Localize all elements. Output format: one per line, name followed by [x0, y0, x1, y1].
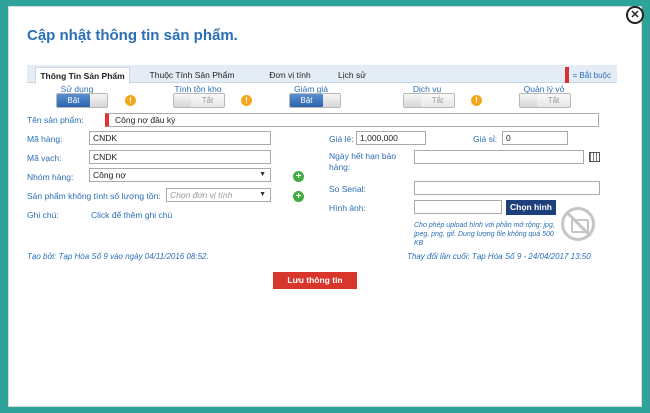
image-label: Hình ảnh:: [329, 203, 366, 213]
created-by-text: Tạo bởi: Tạp Hóa Số 9 vào ngày 04/11/201…: [27, 252, 209, 261]
toggle-discount[interactable]: Bật: [289, 93, 341, 108]
toggle-manage-shell-state: Tắt: [537, 94, 570, 107]
toggle-manage-shell[interactable]: Tắt: [519, 93, 571, 108]
save-button[interactable]: Lưu thông tin: [273, 272, 357, 289]
unit-select-placeholder: Chọn đơn vị tính: [170, 190, 233, 200]
choose-image-button[interactable]: Chọn hình: [506, 200, 556, 215]
retail-price-input[interactable]: 1,000,000: [356, 131, 426, 145]
close-icon[interactable]: ✕: [626, 6, 644, 24]
group-select-value: Công nợ: [93, 170, 126, 180]
chevron-down-icon: ▼: [259, 171, 266, 178]
product-name-label: Tên sản phẩm:: [27, 115, 84, 125]
help-icon[interactable]: !: [125, 95, 136, 106]
product-name-input[interactable]: Công nợ đầu kỳ: [105, 113, 599, 127]
toggle-track-stock[interactable]: Tắt: [173, 93, 225, 108]
chevron-down-icon: ▼: [259, 191, 266, 198]
image-path-input[interactable]: [414, 200, 502, 214]
wholesale-price-label: Giá sỉ:: [473, 134, 498, 144]
image-upload-hint: Cho phép upload hình với phần mở rộng: j…: [414, 222, 555, 247]
dialog-title: Cập nhật thông tin sản phẩm.: [27, 27, 238, 44]
retail-price-label: Giá lẻ:: [329, 134, 354, 144]
wholesale-price-input[interactable]: 0: [502, 131, 568, 145]
toggle-in-use-state: Bật: [57, 94, 90, 107]
warranty-date-label: Ngày hết hạn bảo hàng:: [329, 151, 397, 172]
no-image-icon: [561, 207, 595, 241]
required-marker: [564, 67, 569, 83]
code-label: Mã hàng:: [27, 134, 63, 144]
group-select[interactable]: Công nợ ▼: [89, 168, 271, 182]
tab-history[interactable]: Lịch sử: [329, 68, 375, 83]
note-label: Ghi chú:: [27, 210, 59, 220]
tab-product-info[interactable]: Thông Tin Sản Phẩm: [35, 67, 130, 84]
barcode-input[interactable]: CNDK: [89, 150, 271, 164]
help-icon[interactable]: !: [241, 95, 252, 106]
add-group-icon[interactable]: +: [293, 171, 304, 182]
add-unit-icon[interactable]: +: [293, 191, 304, 202]
group-label: Nhóm hàng:: [27, 172, 74, 182]
toggle-discount-state: Bật: [290, 94, 323, 107]
toggle-service-state: Tắt: [421, 94, 454, 107]
unit-label: Sản phẩm không tính số lượng tồn:: [27, 191, 161, 201]
add-note-link[interactable]: Click để thêm ghi chú: [91, 210, 172, 220]
modified-by-text: Thay đổi lần cuối: Tạp Hóa Số 9 - 24/04/…: [407, 252, 591, 261]
warranty-date-input[interactable]: [414, 150, 584, 164]
unit-select[interactable]: Chọn đơn vị tính ▼: [166, 188, 271, 202]
required-legend-text: = Bắt buộc: [572, 70, 611, 80]
serial-label: So Serial:: [329, 184, 366, 194]
toggle-in-use[interactable]: Bật: [56, 93, 108, 108]
edit-product-dialog: Cập nhật thông tin sản phẩm. Thông Tin S…: [8, 6, 642, 407]
toggle-service[interactable]: Tắt: [403, 93, 455, 108]
required-legend: = Bắt buộc: [564, 67, 611, 83]
toggle-track-stock-state: Tắt: [191, 94, 224, 107]
calendar-icon[interactable]: [589, 152, 600, 162]
code-input[interactable]: CNDK: [89, 131, 271, 145]
tab-units[interactable]: Đơn vị tính: [255, 68, 325, 83]
tab-product-attributes[interactable]: Thuộc Tính Sản Phẩm: [142, 68, 242, 83]
tab-bar: Thông Tin Sản Phẩm Thuộc Tính Sản Phẩm Đ…: [27, 65, 617, 84]
barcode-label: Mã vạch:: [27, 153, 62, 163]
serial-input[interactable]: [414, 181, 600, 195]
help-icon[interactable]: !: [471, 95, 482, 106]
